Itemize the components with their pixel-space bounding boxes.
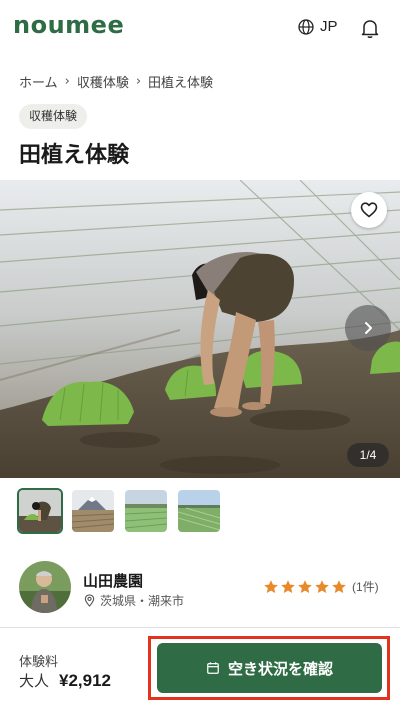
star-icon [332, 579, 346, 593]
host-avatar-photo [19, 561, 71, 613]
check-availability-button[interactable]: 空き状況を確認 [157, 643, 382, 693]
review-count: (1件) [352, 580, 379, 594]
app-header: noumee JP [0, 0, 400, 56]
thumbnail-green-field [178, 490, 220, 532]
heart-icon [360, 202, 378, 218]
page-title: 田植え体験 [19, 143, 130, 168]
chevron-right-icon: › [64, 74, 70, 89]
price-row: 大人 ¥2,912 [19, 670, 111, 691]
host-location: 茨城県・潮来市 [83, 592, 184, 609]
language-label: JP [320, 18, 338, 35]
hero-photo[interactable] [0, 180, 400, 478]
price-label: 体験料 [19, 655, 59, 670]
host-info[interactable]: 山田農園 茨城県・潮来市 (1件) [19, 561, 389, 613]
star-icon [298, 579, 312, 593]
noumee-logo[interactable]: noumee [13, 11, 124, 39]
map-pin-icon [84, 594, 95, 607]
thumbnail-strip [17, 488, 222, 534]
breadcrumb-home[interactable]: ホーム [19, 72, 58, 91]
chevron-right-icon: › [135, 74, 142, 89]
price-amount: ¥2,912 [59, 671, 112, 690]
host-name: 山田農園 [83, 572, 144, 590]
language-switcher[interactable]: JP [298, 18, 338, 35]
star-icon [264, 579, 278, 593]
thumbnail-1[interactable] [17, 488, 63, 534]
host-rating[interactable]: (1件) [263, 578, 379, 595]
host-avatar[interactable] [19, 561, 71, 613]
globe-icon [298, 18, 314, 35]
star-icon [315, 579, 329, 593]
host-location-label: 茨城県・潮来市 [100, 594, 185, 608]
rice-planting-photo [0, 180, 400, 478]
gallery-counter: 1/4 [347, 443, 389, 467]
thumbnail-3[interactable] [123, 488, 169, 534]
gallery-next-button[interactable] [345, 305, 391, 351]
star-icon [281, 579, 295, 593]
notifications-button[interactable] [358, 16, 382, 40]
thumbnail-mount-fuji [72, 490, 114, 532]
calendar-icon [207, 662, 219, 674]
check-availability-label: 空き状況を確認 [227, 659, 333, 678]
star-rating [263, 579, 348, 595]
favorite-button[interactable] [351, 192, 387, 228]
thumbnail-rice-field [125, 490, 167, 532]
price-who: 大人 [19, 672, 50, 690]
breadcrumb-category[interactable]: 収穫体験 [77, 72, 129, 91]
chevron-right-icon [365, 322, 372, 334]
bell-icon [361, 20, 379, 38]
thumbnail-4[interactable] [176, 488, 222, 534]
breadcrumb: ホーム › 収穫体験 › 田植え体験 [19, 72, 213, 91]
thumbnail-2[interactable] [70, 488, 116, 534]
thumbnail-rice-planting [19, 490, 61, 532]
category-tag[interactable]: 収穫体験 [19, 104, 88, 129]
breadcrumb-current: 田植え体験 [148, 76, 214, 91]
